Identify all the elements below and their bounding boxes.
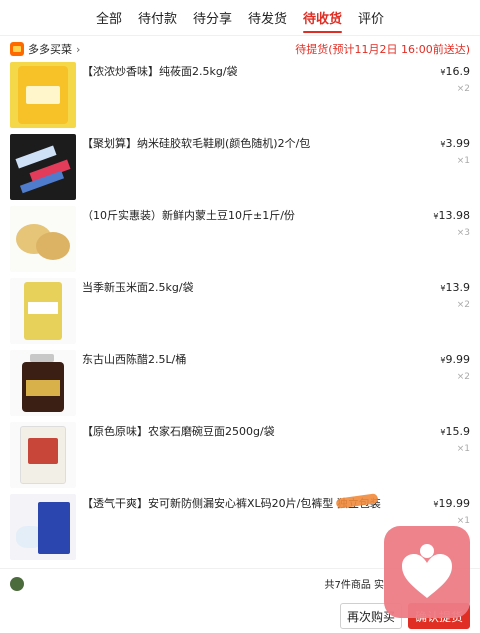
product-price: ¥15.9	[440, 425, 470, 438]
product-title: （10斤实惠装）新鲜内蒙土豆10斤±1斤/份	[82, 209, 295, 222]
product-image	[10, 422, 76, 488]
product-image	[10, 206, 76, 272]
list-item[interactable]: 当季新玉米面2.5kg/袋 ¥13.9 ×2	[0, 278, 480, 350]
list-item[interactable]: 【浓浓炒香味】纯莜面2.5kg/袋 ¥16.9 ×2	[0, 62, 480, 134]
product-image	[10, 350, 76, 416]
product-image	[10, 278, 76, 344]
product-title: 【浓浓炒香味】纯莜面2.5kg/袋	[82, 65, 238, 78]
product-title: 当季新玉米面2.5kg/袋	[82, 281, 194, 294]
list-item[interactable]: 东古山西陈醋2.5L/桶 ¥9.99 ×2	[0, 350, 480, 422]
shop-logo-icon	[10, 42, 24, 56]
product-qty: ×2	[456, 372, 470, 382]
order-total: 共7件商品 实	[324, 580, 384, 591]
product-qty: ×1	[456, 156, 470, 166]
product-image	[10, 62, 76, 128]
order-status-tabs: 全部 待付款 待分享 待发货 待收货 评价	[0, 0, 480, 36]
product-price: ¥16.9	[440, 65, 470, 78]
tab-pending-share[interactable]: 待分享	[185, 8, 240, 35]
order-status: 待提货(预计11月2日 16:00前送达)	[295, 43, 470, 56]
product-qty: ×2	[456, 300, 470, 310]
product-qty: ×1	[456, 516, 470, 526]
product-image	[10, 134, 76, 200]
tab-pending-payment[interactable]: 待付款	[130, 8, 185, 35]
list-item[interactable]: 【原色原味】农家石磨碗豆面2500g/袋 ¥15.9 ×1	[0, 422, 480, 494]
heart-icon	[402, 544, 452, 598]
avatar	[10, 576, 24, 591]
product-price: ¥9.99	[440, 353, 470, 366]
tab-all[interactable]: 全部	[88, 8, 130, 35]
item-list: 【浓浓炒香味】纯莜面2.5kg/袋 ¥16.9 ×2 【聚划算】纳米硅胶软毛鞋刷…	[0, 62, 480, 566]
chevron-right-icon: ›	[76, 42, 81, 56]
product-price: ¥13.98	[433, 209, 470, 222]
product-price: ¥13.9	[440, 281, 470, 294]
shop-link[interactable]: 多多买菜 ›	[10, 41, 80, 57]
shop-name: 多多买菜	[28, 43, 72, 56]
product-title: 东古山西陈醋2.5L/桶	[82, 353, 187, 366]
list-item[interactable]: （10斤实惠装）新鲜内蒙土豆10斤±1斤/份 ¥13.98 ×3	[0, 206, 480, 278]
tab-review[interactable]: 评价	[350, 8, 392, 35]
tab-pending-receipt[interactable]: 待收货	[295, 8, 350, 35]
product-qty: ×1	[456, 444, 470, 454]
floating-overlay-button[interactable]	[384, 526, 470, 618]
product-image	[10, 494, 76, 560]
shop-header: 多多买菜 › 待提货(预计11月2日 16:00前送达)	[0, 36, 480, 62]
list-item[interactable]: 【聚划算】纳米硅胶软毛鞋刷(颜色随机)2个/包 ¥3.99 ×1	[0, 134, 480, 206]
product-price: ¥19.99	[433, 497, 470, 510]
product-title: 【原色原味】农家石磨碗豆面2500g/袋	[82, 425, 275, 438]
product-title: 【聚划算】纳米硅胶软毛鞋刷(颜色随机)2个/包	[82, 137, 311, 150]
tab-pending-shipment[interactable]: 待发货	[240, 8, 295, 35]
product-qty: ×2	[456, 84, 470, 94]
product-price: ¥3.99	[440, 137, 470, 150]
product-qty: ×3	[456, 228, 470, 238]
product-title: 【透气干爽】安可新防侧漏安心裤XL码20片/包裤型 独立包装	[82, 497, 381, 510]
